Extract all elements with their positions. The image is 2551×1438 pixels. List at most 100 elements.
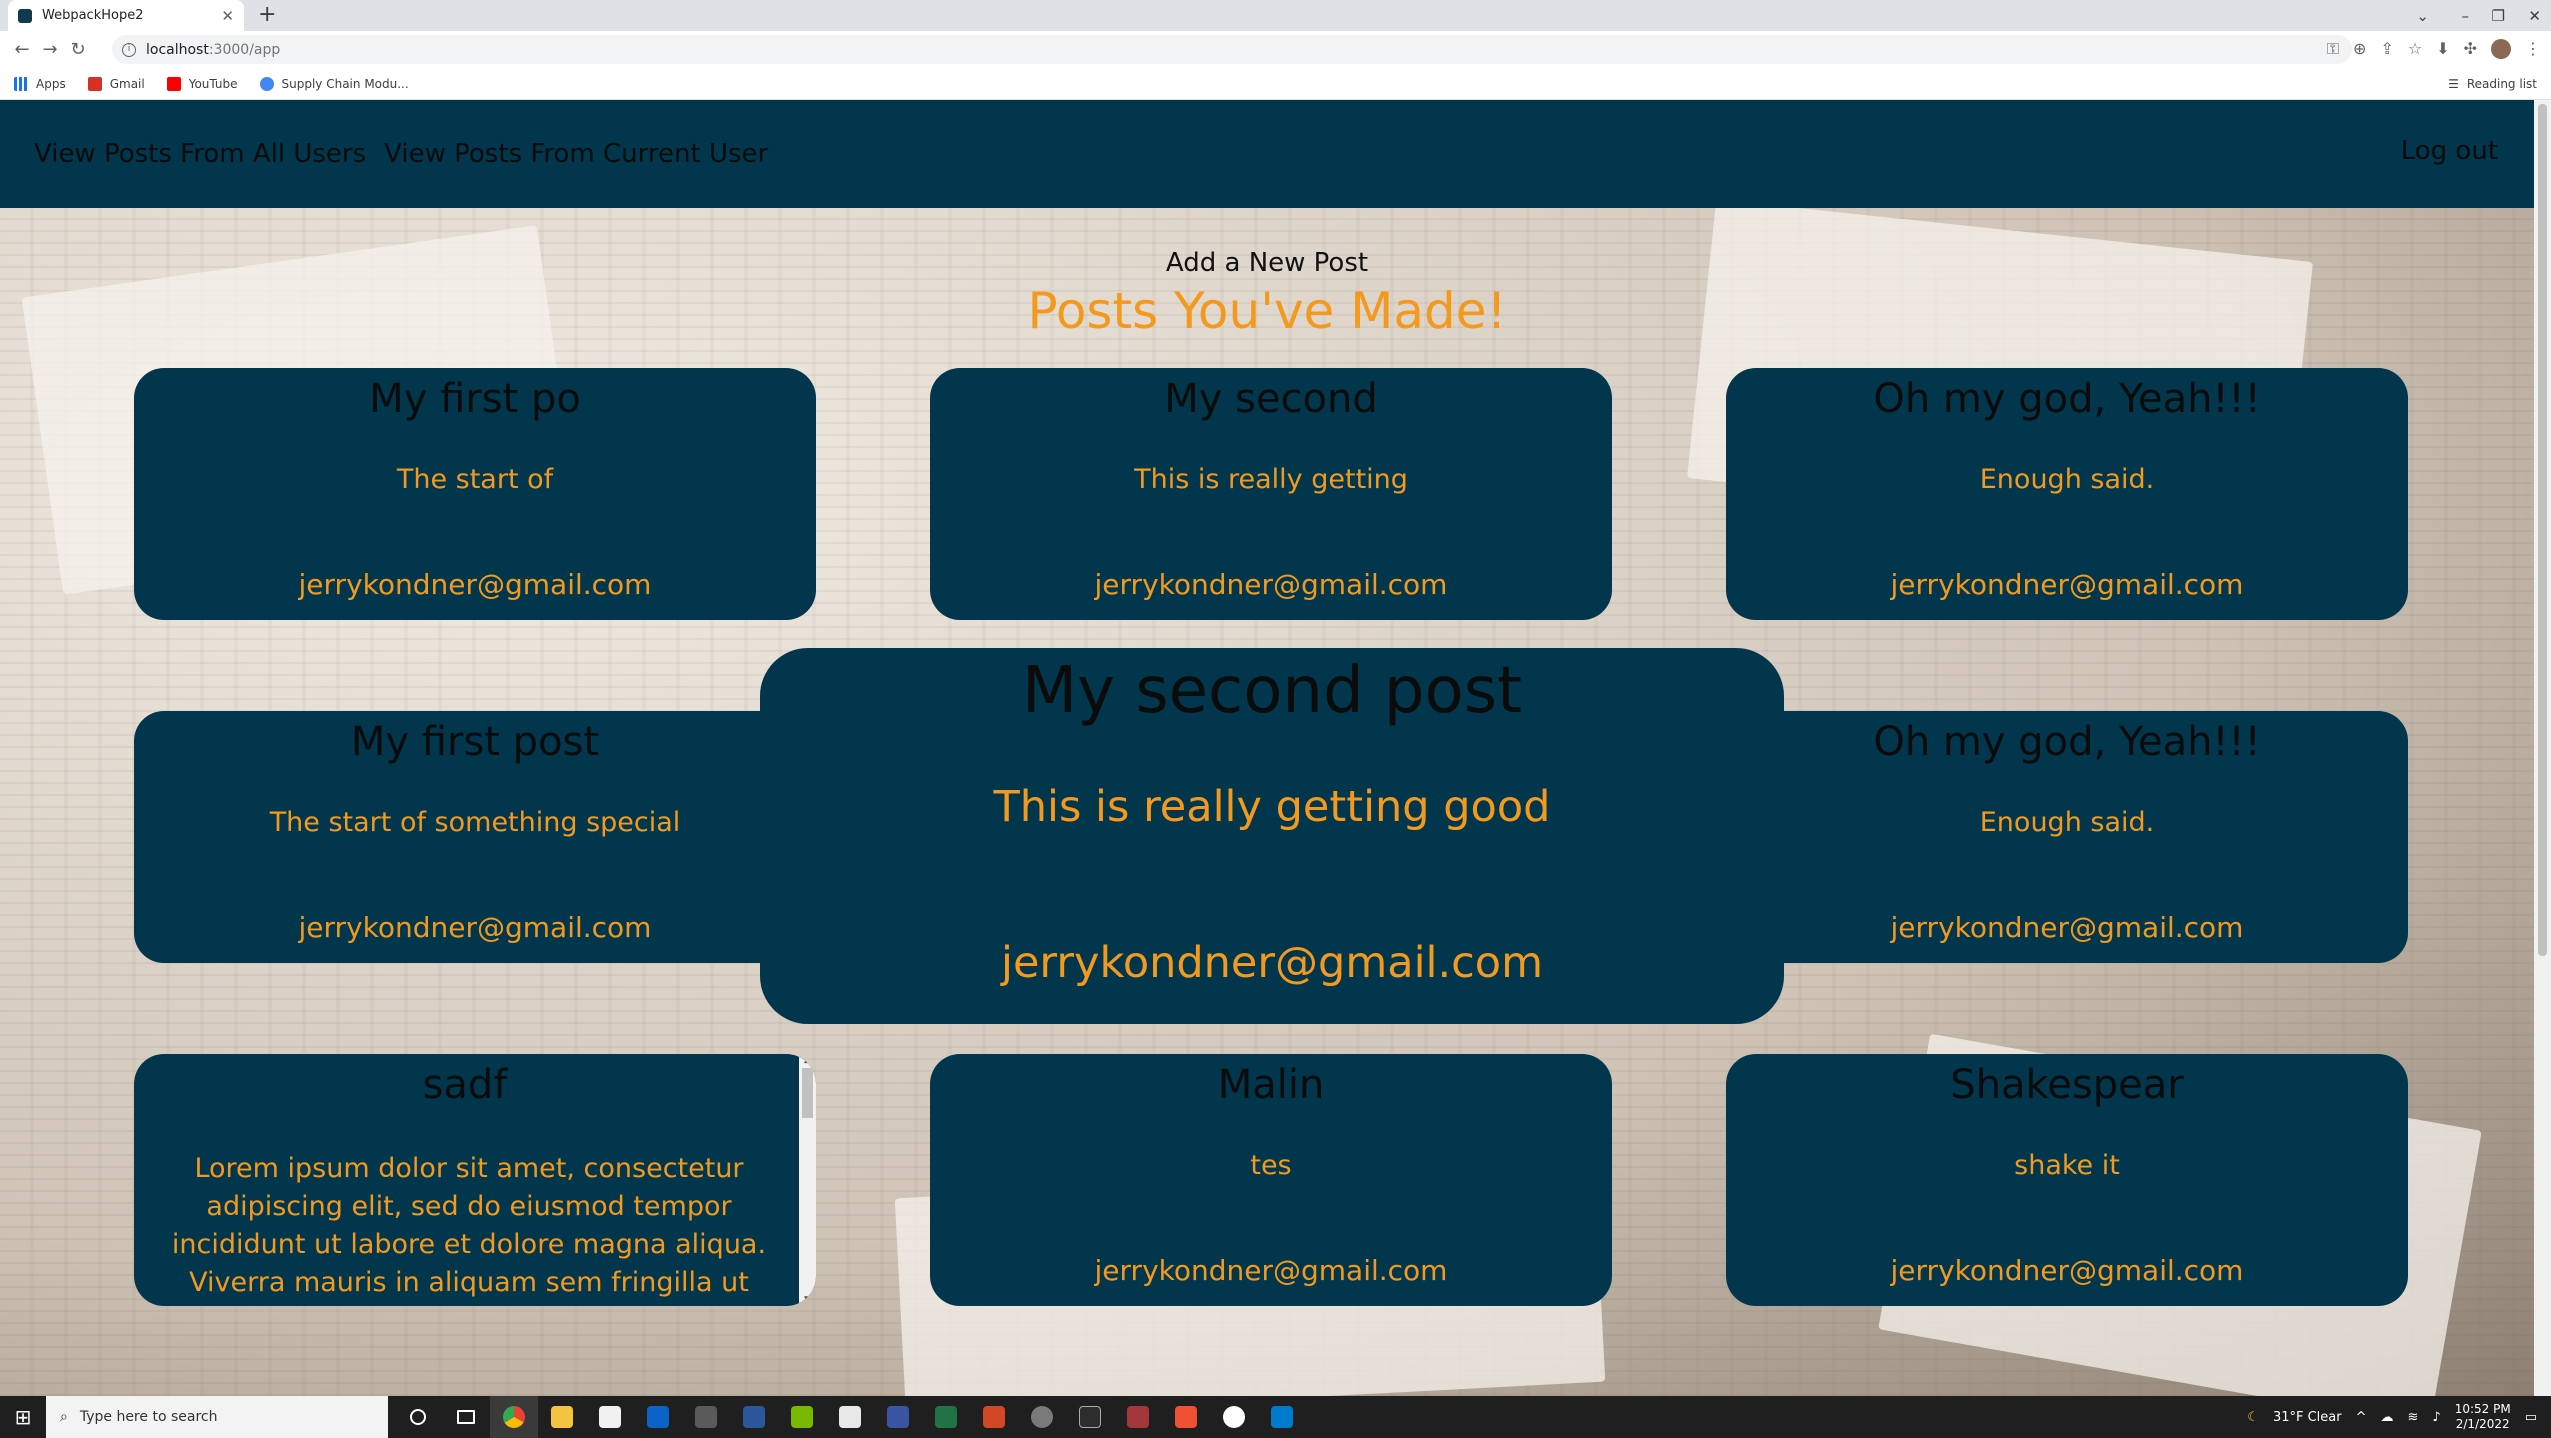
page-scrollbar[interactable]	[2534, 100, 2551, 1396]
page-heading: Posts You've Made!	[1027, 282, 1507, 340]
page-scrollbar-thumb[interactable]	[2538, 104, 2547, 956]
restore-icon[interactable]: ❐	[2492, 0, 2505, 31]
extension-icon[interactable]: ⬇	[2436, 39, 2449, 59]
git-app-icon[interactable]	[1162, 1396, 1210, 1438]
back-icon[interactable]: ←	[8, 39, 36, 60]
slack-icon[interactable]	[1210, 1396, 1258, 1438]
clock-time: 10:52 PM	[2454, 1402, 2511, 1416]
system-tray: ☾ 31°F Clear ^ ☁ ≋ ♪ 10:52 PM 2/1/2022 ▭	[2247, 1396, 2537, 1438]
post-card[interactable]: Oh my god, Yeah!!! Enough said. jerrykon…	[1726, 711, 2408, 963]
windows-start-icon[interactable]: ⊞	[0, 1396, 46, 1438]
expanded-post-title: My second post	[1021, 654, 1523, 728]
address-bar[interactable]: i localhost:3000/app	[112, 35, 2352, 64]
reload-icon[interactable]: ↻	[64, 39, 92, 60]
cortana-icon[interactable]	[394, 1396, 442, 1438]
onedrive-icon[interactable]: ☁	[2381, 1410, 2394, 1425]
post-title: sadf	[422, 1062, 508, 1108]
access-icon[interactable]	[1114, 1396, 1162, 1438]
visio-icon[interactable]	[874, 1396, 922, 1438]
post-card[interactable]: sadf Lorem ipsum dolor sit amet, consect…	[134, 1054, 816, 1306]
wifi-icon[interactable]: ≋	[2408, 1410, 2419, 1425]
scroll-down-icon[interactable]: ▼	[802, 1294, 813, 1306]
close-window-icon[interactable]: ✕	[2528, 0, 2541, 31]
browser-tab[interactable]: WebpackHope2 ✕	[8, 0, 244, 31]
post-body: tes	[1250, 1150, 1292, 1181]
profile-avatar[interactable]	[2491, 39, 2511, 59]
expanded-post-card[interactable]: My second post This is really getting go…	[760, 648, 1784, 1024]
taskbar-clock[interactable]: 10:52 PM 2/1/2022	[2455, 1402, 2511, 1432]
apps-grid-icon	[14, 76, 28, 91]
search-icon: ⌕	[60, 1409, 68, 1425]
chrome-icon[interactable]	[490, 1396, 538, 1438]
post-card[interactable]: My first post The start of something spe…	[134, 711, 816, 963]
store-icon[interactable]	[586, 1396, 634, 1438]
post-card[interactable]: My second This is really getting jerryko…	[930, 368, 1612, 620]
post-title: My second	[1164, 376, 1378, 422]
bookmark-label: Gmail	[109, 76, 145, 91]
add-post-link[interactable]: Add a New Post	[0, 248, 2534, 278]
reading-list-button[interactable]: ☰ Reading list	[2448, 77, 2537, 91]
youtube-icon	[166, 76, 181, 91]
powerpoint-icon[interactable]	[970, 1396, 1018, 1438]
bookmark-label: Apps	[36, 76, 66, 91]
bookmark-supply-chain[interactable]: Supply Chain Modu...	[259, 76, 409, 91]
zoom-icon[interactable]: ⊕	[2353, 39, 2366, 59]
network-app-icon[interactable]	[1018, 1396, 1066, 1438]
browser-toolbar: ← → ↻ i localhost:3000/app ⚿ ⊕ ⇪ ☆ ⬇ ✣ ⋮	[0, 31, 2551, 68]
bookmark-label: Supply Chain Modu...	[281, 76, 409, 91]
post-card[interactable]: Shakespear shake it jerrykondner@gmail.c…	[1726, 1054, 2408, 1306]
notifications-icon[interactable]: ▭	[2525, 1410, 2537, 1425]
weather-text[interactable]: 31°F Clear	[2273, 1410, 2342, 1425]
notes-icon[interactable]	[826, 1396, 874, 1438]
toolbar-icons: ⚿ ⊕ ⇪ ☆ ⬇ ✣ ⋮	[2327, 39, 2541, 59]
post-title: Oh my god, Yeah!!!	[1873, 719, 2261, 765]
nvidia-icon[interactable]	[778, 1396, 826, 1438]
tab-search-icon[interactable]: ⌄	[2416, 0, 2429, 31]
card-scrollbar[interactable]: ▲ ▼	[799, 1054, 816, 1306]
forward-icon[interactable]: →	[36, 39, 64, 60]
taskbar-search[interactable]: ⌕ Type here to search	[46, 1396, 388, 1438]
tab-close-icon[interactable]: ✕	[221, 7, 234, 25]
reading-list-label: Reading list	[2466, 77, 2537, 91]
url-host: localhost	[146, 41, 209, 58]
excel-icon[interactable]	[922, 1396, 970, 1438]
share-icon[interactable]: ⇪	[2380, 39, 2393, 59]
star-icon[interactable]: ☆	[2408, 39, 2422, 59]
word-icon[interactable]	[730, 1396, 778, 1438]
bookmark-gmail[interactable]: Gmail	[87, 76, 145, 91]
post-user: jerrykondner@gmail.com	[1094, 1254, 1448, 1287]
all-posts-link[interactable]: View Posts From All Users	[34, 139, 366, 169]
expanded-post-user: jerrykondner@gmail.com	[1001, 938, 1543, 988]
post-card[interactable]: My first po The start of jerrykondner@gm…	[134, 368, 816, 620]
post-body: Enough said.	[1979, 464, 2155, 495]
post-card[interactable]: Oh my god, Yeah!!! Enough said. jerrykon…	[1726, 368, 2408, 620]
new-tab-button[interactable]: +	[258, 3, 276, 27]
taskbar-apps	[394, 1396, 1306, 1438]
scroll-up-icon[interactable]: ▲	[802, 1054, 813, 1066]
tray-chevron-icon[interactable]: ^	[2356, 1410, 2367, 1425]
mail-icon[interactable]	[634, 1396, 682, 1438]
post-card[interactable]: Malin tes jerrykondner@gmail.com	[930, 1054, 1612, 1306]
key-icon[interactable]: ⚿	[2327, 39, 2339, 59]
file-explorer-icon[interactable]	[538, 1396, 586, 1438]
url-path: :3000/app	[208, 41, 281, 58]
vscode-icon[interactable]	[1258, 1396, 1306, 1438]
bookmark-youtube[interactable]: YouTube	[166, 76, 238, 91]
post-user: jerrykondner@gmail.com	[1890, 1254, 2244, 1287]
current-user-posts-link[interactable]: View Posts From Current User	[384, 139, 768, 169]
volume-icon[interactable]: ♪	[2432, 1410, 2440, 1425]
scrollbar-thumb[interactable]	[802, 1068, 813, 1118]
tab-title: WebpackHope2	[42, 8, 144, 23]
post-title: Oh my god, Yeah!!!	[1873, 376, 2261, 422]
bookmarks-bar: Apps Gmail YouTube Supply Chain Modu... …	[0, 68, 2551, 100]
calculator-icon[interactable]	[682, 1396, 730, 1438]
task-view-icon[interactable]	[442, 1396, 490, 1438]
site-info-icon[interactable]: i	[122, 42, 136, 57]
minimize-icon[interactable]: –	[2462, 0, 2470, 31]
menu-icon[interactable]: ⋮	[2525, 39, 2541, 59]
stocks-icon[interactable]	[1066, 1396, 1114, 1438]
taskbar-search-placeholder: Type here to search	[79, 1409, 218, 1425]
puzzle-icon[interactable]: ✣	[2464, 39, 2477, 59]
bookmark-apps[interactable]: Apps	[14, 76, 66, 91]
logout-link[interactable]: Log out	[2401, 136, 2498, 166]
